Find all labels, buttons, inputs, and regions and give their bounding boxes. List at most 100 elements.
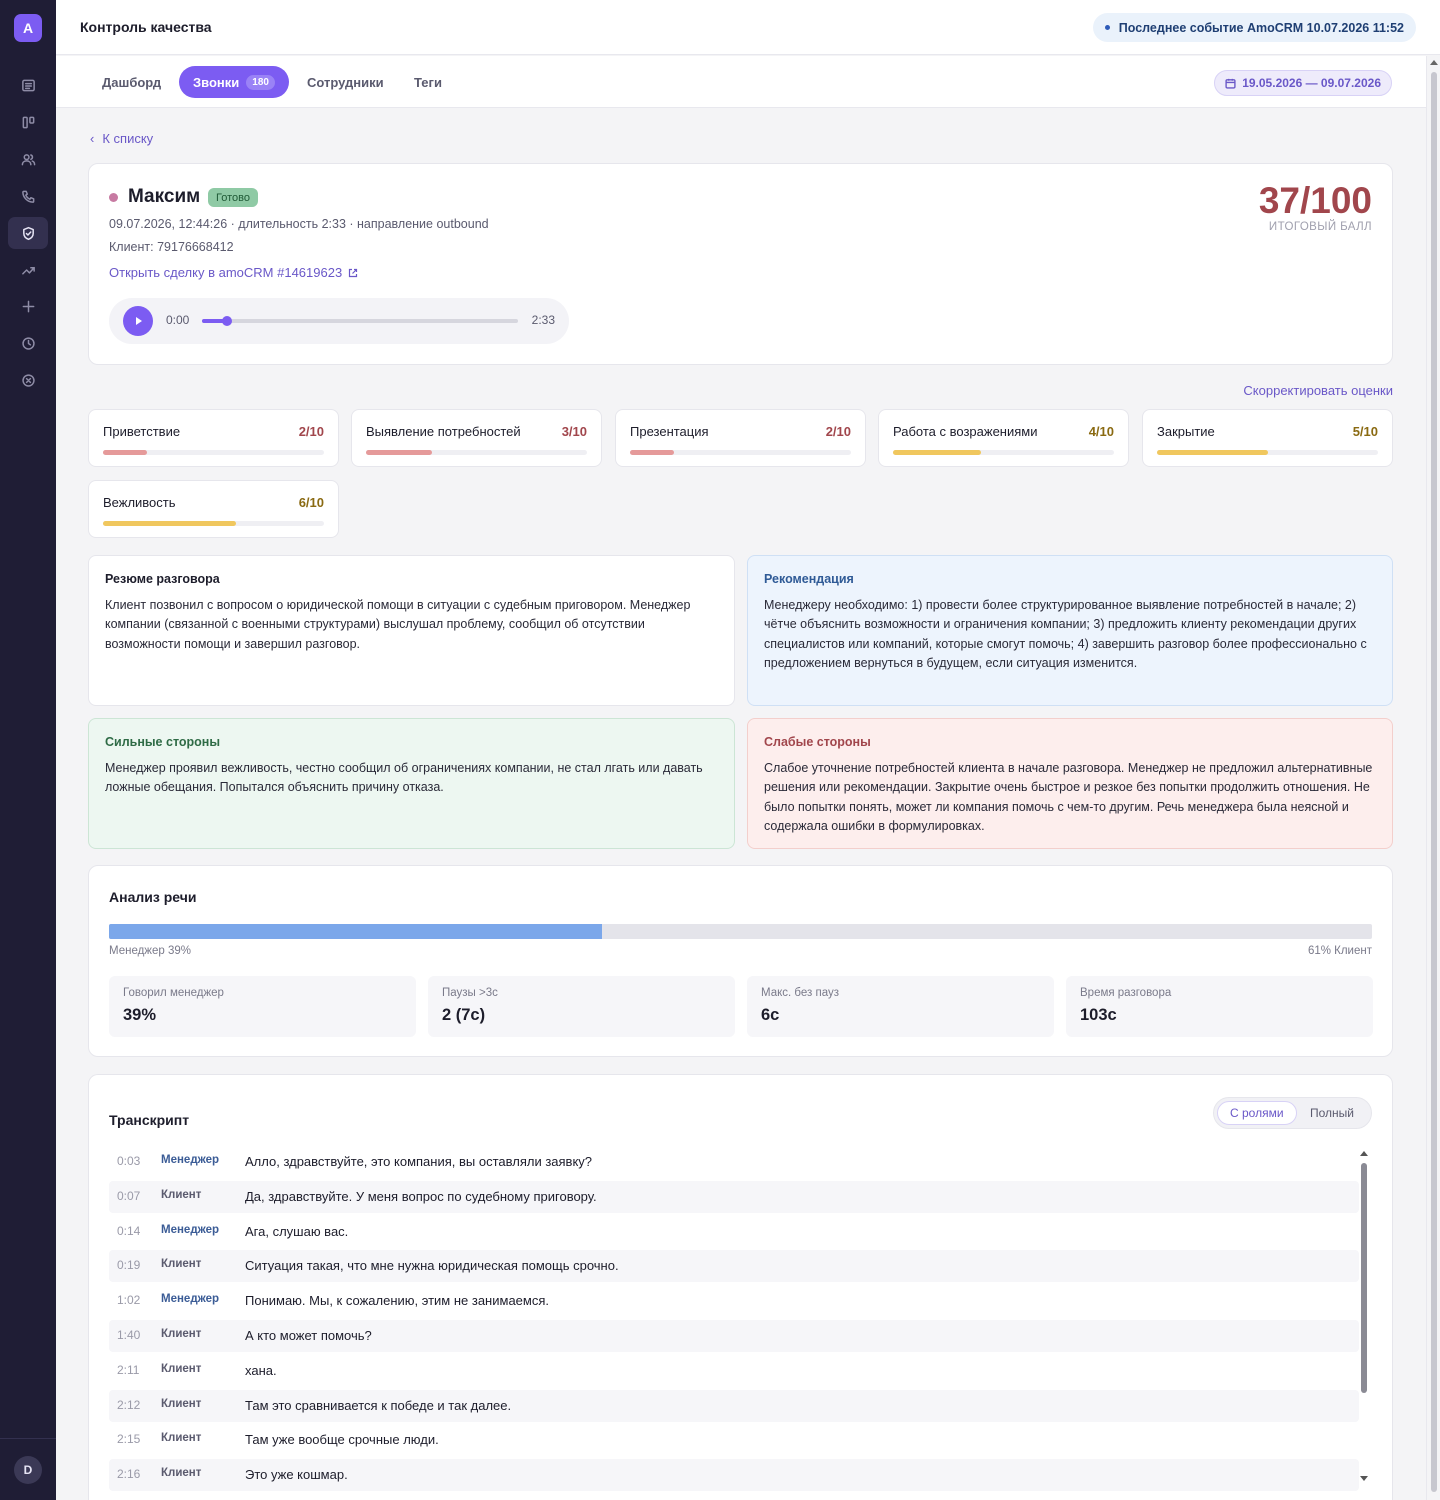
header: Контроль качества Последнее событие AmoC… — [56, 0, 1440, 55]
transcript-role: Клиент — [161, 1432, 202, 1445]
transcript-text: Там уже вообще срочные люди. — [245, 1432, 439, 1448]
user-avatar[interactable]: D — [14, 1456, 42, 1484]
transcript-row: 2:15 Клиент Там уже вообще срочные люди. — [109, 1424, 1359, 1456]
play-button[interactable] — [123, 306, 153, 336]
criterion-score: 2/10 — [825, 424, 851, 439]
sidebar-item-rejected[interactable] — [8, 364, 48, 396]
transcript-row: 2:16 Клиент Это уже кошмар. — [109, 1459, 1359, 1492]
transcript-role: Клиент — [161, 1397, 202, 1410]
back-to-list-link[interactable]: ‹ К списку — [90, 131, 153, 146]
transcript-text: Ага, слушаю вас. — [245, 1223, 349, 1239]
criterion-card: Вежливость 6/10 — [88, 480, 339, 538]
employee-name: Максим — [128, 186, 201, 207]
transcript-time: 1:02 — [117, 1293, 141, 1308]
open-deal-link[interactable]: Открыть сделку в amoCRM #14619623 — [109, 265, 358, 280]
sidebar-item-quality[interactable] — [8, 217, 48, 249]
current-time: 0:00 — [166, 313, 190, 327]
transcript-role: Менеджер — [161, 1154, 220, 1166]
scrollbar-thumb[interactable] — [1431, 72, 1437, 1492]
tab-label: Звонки — [193, 74, 240, 90]
criterion-card: Презентация 2/10 — [615, 409, 866, 467]
sidebar-item-calls[interactable] — [8, 180, 48, 212]
page-scrollbar[interactable] — [1426, 56, 1440, 1500]
sidebar-item-analytics[interactable] — [8, 254, 48, 286]
scrollbar-thumb[interactable] — [1361, 1163, 1367, 1393]
criterion-name: Работа с возражениями — [893, 424, 1038, 439]
external-link-icon — [349, 268, 358, 277]
criterion-score: 4/10 — [1088, 424, 1114, 439]
tab-label: Дашборд — [102, 74, 162, 90]
transcript-time: 0:07 — [117, 1188, 141, 1203]
transcript-text: Да, здравствуйте. У меня вопрос по судеб… — [245, 1188, 597, 1204]
tab-tags[interactable]: Теги — [400, 66, 456, 98]
transcript-role: Клиент — [161, 1362, 202, 1375]
sidebar-item-kanban[interactable] — [8, 106, 48, 138]
tab-label: Сотрудники — [307, 74, 384, 90]
sidebar-item-users[interactable] — [8, 143, 48, 175]
criterion-card: Приветствие 2/10 — [88, 409, 339, 467]
stat-value: 2 (7с) — [442, 1006, 486, 1024]
transcript-row: 0:07 Клиент Да, здравствуйте. У меня вопро… — [109, 1180, 1359, 1213]
users-icon — [21, 153, 35, 165]
transcript-role: Менеджер — [161, 1223, 220, 1236]
status-dot — [109, 193, 118, 202]
call-meta: 09.07.2026, 12:44:26 · длительность 2:33… — [109, 217, 489, 231]
sidebar-item-list[interactable] — [8, 69, 48, 101]
mode-roles-button[interactable]: С ролями — [1217, 1101, 1297, 1125]
transcript-scrollbar[interactable] — [1360, 1151, 1368, 1481]
transcript-row: 1:02 Менеджер Понимаю. Мы, к сожалению, эт… — [109, 1285, 1359, 1317]
transcript-card: Транскрипт С ролями Полный 0:03 Менеджер А… — [88, 1074, 1393, 1500]
transcript-mode-toggle: С ролями Полный — [1213, 1097, 1372, 1129]
adjust-scores-link[interactable]: Скорректировать оценки — [1243, 383, 1393, 398]
clock-icon — [21, 336, 35, 350]
transcript-row: 0:14 Менеджер Ага, слушаю вас. — [109, 1216, 1359, 1248]
criterion-name: Презентация — [630, 424, 709, 439]
criterion-card: Закрытие 5/10 — [1142, 409, 1393, 467]
calendar-icon — [1225, 78, 1236, 89]
sidebar-item-history[interactable] — [8, 327, 48, 359]
summary-panel: Резюме разговора Клиент позвонил с вопро… — [88, 555, 735, 706]
criterion-bar — [103, 450, 324, 455]
date-range-label: 19.05.2026 — 09.07.2026 — [1242, 76, 1381, 90]
client-phone: Клиент: 79176668412 — [109, 240, 234, 254]
criterion-bar-fill — [893, 450, 982, 455]
seek-handle[interactable] — [222, 316, 233, 326]
criterion-bar-fill — [103, 450, 148, 455]
stat-value: 6с — [761, 1006, 780, 1024]
transcript-text: Ситуация такая, что мне нужна юридическа… — [245, 1258, 619, 1274]
talk-ratio-bar — [109, 924, 1372, 939]
transcript-time: 2:15 — [117, 1432, 141, 1447]
mode-full-button[interactable]: Полный — [1298, 1101, 1366, 1125]
transcript-time: 2:16 — [117, 1467, 141, 1482]
transcript-text: Это уже кошмар. — [245, 1467, 348, 1483]
stat-label: Говорил менеджер — [123, 987, 224, 999]
sidebar-item-add[interactable] — [8, 290, 48, 322]
tab-calls[interactable]: Звонки 180 — [179, 66, 289, 98]
scroll-down-arrow[interactable] — [1360, 1476, 1368, 1481]
scroll-up-arrow[interactable] — [1430, 60, 1438, 65]
transcript-title: Транскрипт — [109, 1112, 190, 1128]
transcript-row: 1:40 Клиент А кто может помочь? — [109, 1320, 1359, 1352]
criterion-name: Закрытие — [1157, 424, 1215, 439]
calls-count-badge: 180 — [246, 74, 275, 90]
date-range-picker[interactable]: 19.05.2026 — 09.07.2026 — [1214, 70, 1392, 96]
phone-icon — [21, 190, 34, 203]
last-event-badge: Последнее событие AmoCRM 10.07.2026 11:5… — [1092, 13, 1416, 42]
transcript-time: 2:12 — [117, 1397, 141, 1412]
summary-text: Клиент позвонил с вопросом о юридической… — [105, 598, 691, 651]
tab-employees[interactable]: Сотрудники — [293, 66, 398, 98]
weaknesses-text: Слабое уточнение потребностей клиента в … — [764, 761, 1373, 834]
criterion-bar — [630, 450, 851, 455]
stat-card: Говорил менеджер 39% — [109, 976, 416, 1037]
chevron-left-icon: ‹ — [90, 131, 95, 146]
sidebar: A D — [0, 0, 56, 1500]
scroll-up-arrow[interactable] — [1360, 1151, 1368, 1156]
tab-dashboard[interactable]: Дашборд — [88, 66, 175, 98]
transcript-time: 0:19 — [117, 1258, 141, 1273]
stat-value: 39% — [123, 1006, 157, 1024]
seek-slider[interactable] — [202, 316, 518, 326]
deal-link-label: Открыть сделку в amoCRM #14619623 — [109, 265, 343, 280]
app-logo[interactable]: A — [14, 14, 42, 42]
tab-bar: Дашборд Звонки 180 Сотрудники Теги 19.05.… — [56, 56, 1426, 108]
transcript-role: Менеджер — [161, 1293, 220, 1306]
